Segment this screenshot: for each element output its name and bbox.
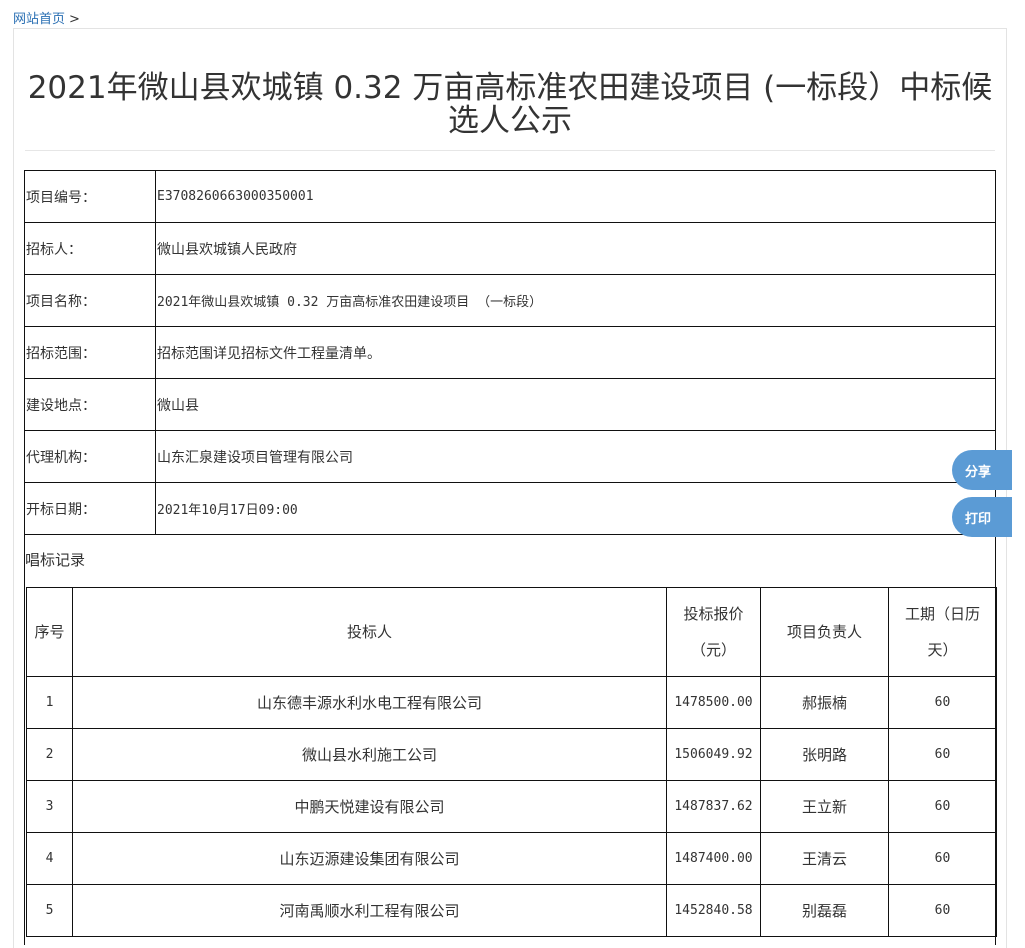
info-value: 山东汇泉建设项目管理有限公司 [155, 430, 996, 483]
table-row: 1 山东德丰源水利水电工程有限公司 1478500.00 郝振楠 60 [26, 676, 997, 729]
info-value: 2021年微山县欢城镇 0.32 万亩高标准农田建设项目 （一标段） [155, 274, 996, 327]
cell-manager: 别磊磊 [760, 884, 889, 937]
cell-bidder: 山东德丰源水利水电工程有限公司 [72, 676, 667, 729]
info-label: 代理机构： [24, 430, 156, 483]
info-row: 项目编号： E3708260663000350001 [24, 170, 996, 223]
info-row: 招标范围： 招标范围详见招标文件工程量清单。 [24, 326, 996, 379]
info-row: 开标日期： 2021年10月17日09:00 [24, 482, 996, 535]
cell-no: 5 [26, 884, 73, 937]
info-label: 建设地点： [24, 378, 156, 431]
project-info-table: 项目编号： E3708260663000350001 招标人： 微山县欢城镇人民政府项… [24, 170, 996, 535]
bid-table-header-row: 序号 投标人 投标报价（元） 项目负责人 工期（日历天） [26, 587, 997, 677]
info-value: E3708260663000350001 [155, 170, 996, 223]
cell-no: 3 [26, 780, 73, 833]
cell-manager: 王立新 [760, 780, 889, 833]
cell-no: 1 [26, 676, 73, 729]
header-duration: 工期（日历天） [888, 587, 997, 677]
info-label: 项目名称： [24, 274, 156, 327]
cell-bidder: 山东迈源建设集团有限公司 [72, 832, 667, 885]
cell-price: 1452840.58 [666, 884, 761, 937]
info-row: 项目名称： 2021年微山县欢城镇 0.32 万亩高标准农田建设项目 （一标段） [24, 274, 996, 327]
info-label: 项目编号： [24, 170, 156, 223]
table-row: 4 山东迈源建设集团有限公司 1487400.00 王清云 60 [26, 832, 997, 885]
info-value: 微山县欢城镇人民政府 [155, 222, 996, 275]
breadcrumb: 网站首页 > [13, 8, 80, 27]
info-value: 招标范围详见招标文件工程量清单。 [155, 326, 996, 379]
bid-record-table: 序号 投标人 投标报价（元） 项目负责人 工期（日历天） 1 山东德丰源水利水电工… [26, 587, 997, 937]
info-row: 代理机构： 山东汇泉建设项目管理有限公司 [24, 430, 996, 483]
cell-price: 1487837.62 [666, 780, 761, 833]
info-value: 微山县 [155, 378, 996, 431]
cell-duration: 60 [888, 780, 997, 833]
header-no: 序号 [26, 587, 73, 677]
table-row: 3 中鹏天悦建设有限公司 1487837.62 王立新 60 [26, 780, 997, 833]
table-left-border [24, 535, 25, 945]
table-row: 2 微山县水利施工公司 1506049.92 张明路 60 [26, 728, 997, 781]
cell-manager: 张明路 [760, 728, 889, 781]
print-button[interactable]: 打印 [952, 497, 1012, 537]
cell-duration: 60 [888, 884, 997, 937]
cell-duration: 60 [888, 728, 997, 781]
cell-bidder: 中鹏天悦建设有限公司 [72, 780, 667, 833]
cell-price: 1487400.00 [666, 832, 761, 885]
page-title: 2021年微山县欢城镇 0.32 万亩高标准农田建设项目 (一标段）中标候选人公… [27, 70, 993, 139]
header-bidder: 投标人 [72, 587, 667, 677]
cell-duration: 60 [888, 832, 997, 885]
info-row: 建设地点： 微山县 [24, 378, 996, 431]
cell-bidder: 微山县水利施工公司 [72, 728, 667, 781]
info-label: 开标日期： [24, 482, 156, 535]
info-row: 招标人： 微山县欢城镇人民政府 [24, 222, 996, 275]
breadcrumb-home-link[interactable]: 网站首页 [13, 12, 65, 27]
header-manager: 项目负责人 [760, 587, 889, 677]
cell-bidder: 河南禹顺水利工程有限公司 [72, 884, 667, 937]
info-label: 招标人： [24, 222, 156, 275]
title-divider [25, 150, 995, 151]
cell-no: 4 [26, 832, 73, 885]
breadcrumb-separator: > [69, 12, 80, 27]
cell-price: 1478500.00 [666, 676, 761, 729]
cell-manager: 王清云 [760, 832, 889, 885]
cell-no: 2 [26, 728, 73, 781]
record-heading: 唱标记录 [25, 551, 86, 569]
info-value: 2021年10月17日09:00 [155, 482, 996, 535]
cell-price: 1506049.92 [666, 728, 761, 781]
cell-manager: 郝振楠 [760, 676, 889, 729]
cell-duration: 60 [888, 676, 997, 729]
table-row: 5 河南禹顺水利工程有限公司 1452840.58 别磊磊 60 [26, 884, 997, 937]
share-button[interactable]: 分享 [952, 450, 1012, 490]
info-label: 招标范围： [24, 326, 156, 379]
header-price: 投标报价（元） [666, 587, 761, 677]
